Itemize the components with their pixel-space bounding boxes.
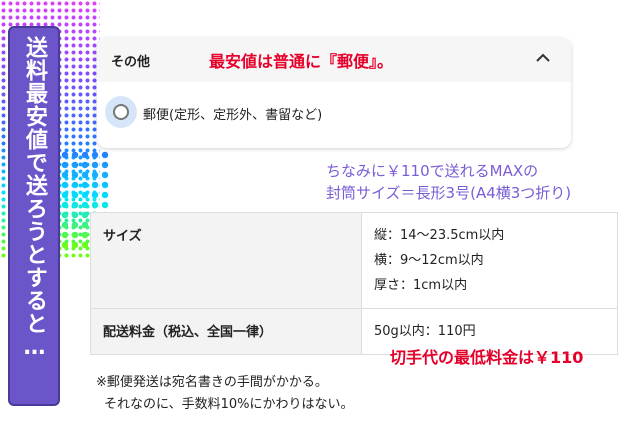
shipping-option-card: その他 最安値は普通に『郵便』。 郵便(定形、定形外、書留など)	[97, 38, 571, 148]
envelope-note-line1: ちなみに￥110で送れるMAXの	[326, 162, 539, 180]
postal-radio-button[interactable]	[105, 96, 137, 128]
card-annotation: 最安値は普通に『郵便』。	[209, 52, 394, 71]
card-header[interactable]: その他 最安値は普通に『郵便』。	[97, 38, 571, 82]
vertical-banner-text: 送料最安値で送ろうとすると…	[22, 36, 47, 361]
radio-circle	[113, 104, 129, 120]
postal-option-label: 郵便(定形、定形外、書留など)	[143, 108, 323, 123]
stamp-price-note: 切手代の最低料金は￥110	[390, 348, 584, 367]
card-title: その他	[111, 55, 151, 70]
table-row: サイズ 縦：14〜23.5cm以内 横：9〜12cm以内 厚さ：1cm以内	[90, 212, 618, 309]
envelope-note-line2: 封筒サイズ＝長形3号(A4横3つ折り)	[326, 184, 572, 202]
envelope-note: ちなみに￥110で送れるMAXの 封筒サイズ＝長形3号(A4横3つ折り)	[326, 160, 571, 204]
size-height: 縦：14〜23.5cm以内	[374, 228, 505, 243]
footer-line2: それなのに、手数料10%にかわりはない。	[104, 397, 354, 412]
size-thickness: 厚さ：1cm以内	[374, 278, 468, 293]
footer-note: ※郵便発送は宛名書きの手間がかかる。 それなのに、手数料10%にかわりはない。	[96, 372, 354, 416]
fee-value: 50g以内：110円	[374, 324, 476, 339]
size-width: 横：9〜12cm以内	[374, 253, 484, 268]
table-header-size: サイズ	[90, 212, 362, 309]
shipping-info-table: サイズ 縦：14〜23.5cm以内 横：9〜12cm以内 厚さ：1cm以内 配送…	[90, 212, 618, 355]
table-header-fee: 配送料金（税込、全国一律）	[90, 308, 362, 355]
chevron-up-icon[interactable]	[533, 48, 553, 68]
vertical-banner: 送料最安値で送ろうとすると…	[8, 26, 60, 406]
footer-line1: ※郵便発送は宛名書きの手間がかかる。	[96, 375, 328, 390]
table-value-size: 縦：14〜23.5cm以内 横：9〜12cm以内 厚さ：1cm以内	[361, 212, 618, 309]
